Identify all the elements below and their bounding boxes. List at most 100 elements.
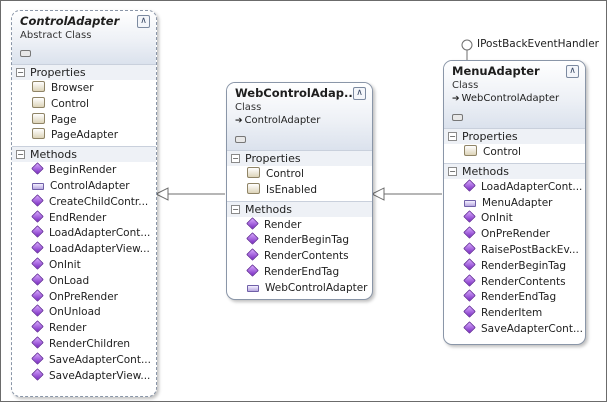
- method-name: RenderContents: [481, 275, 566, 288]
- method-icon: [246, 232, 259, 246]
- properties-section-header[interactable]: − Properties: [12, 64, 156, 80]
- method-icon: [31, 367, 44, 381]
- minus-toggle-icon[interactable]: −: [448, 166, 457, 176]
- method-icon: [31, 288, 44, 302]
- methods-list: BeginRender ControlAdapter CreateChildCont…: [12, 162, 156, 386]
- collapse-chevron-icon[interactable]: ∧: [353, 87, 366, 100]
- minus-toggle-icon[interactable]: −: [231, 154, 240, 163]
- base-class-reference: ➔ WebControlAdapter: [452, 92, 577, 106]
- property-name: Page: [51, 113, 77, 126]
- method-item[interactable]: RenderEndTag: [444, 289, 585, 306]
- method-icon: [31, 257, 44, 270]
- class-box-controladapter[interactable]: ControlAdapter Abstract Class ∧ − Propert…: [11, 10, 157, 397]
- method-name: RenderContents: [264, 250, 349, 263]
- method-name: OnInit: [481, 212, 513, 225]
- property-item[interactable]: PageAdapter: [12, 128, 156, 144]
- inherits-arrow-icon: ➔: [235, 116, 243, 126]
- method-name: LoadAdapterCont...: [49, 227, 151, 240]
- method-item[interactable]: RaisePostBackEv...: [444, 242, 585, 259]
- method-item[interactable]: OnLoad: [12, 273, 156, 290]
- method-name: RenderBeginTag: [481, 259, 567, 272]
- method-item[interactable]: SaveAdapterCont...: [12, 352, 156, 369]
- minus-toggle-icon[interactable]: −: [231, 204, 240, 214]
- method-item[interactable]: ControlAdapter: [12, 179, 156, 195]
- method-item[interactable]: RenderChildren: [12, 336, 156, 353]
- method-icon: [246, 248, 259, 261]
- method-icon: [246, 264, 259, 277]
- property-item[interactable]: Control: [227, 167, 372, 183]
- method-item[interactable]: RenderEndTag: [227, 264, 372, 281]
- method-item[interactable]: OnPreRender: [444, 226, 585, 243]
- method-icon: [31, 194, 44, 207]
- method-item[interactable]: LoadAdapterCont...: [444, 179, 585, 196]
- method-item[interactable]: OnUnload: [12, 304, 156, 321]
- method-item[interactable]: EndRender: [12, 209, 156, 227]
- method-item[interactable]: SaveAdapterCont...: [444, 321, 585, 338]
- property-item[interactable]: Control: [444, 145, 585, 161]
- method-name: RenderBeginTag: [264, 234, 350, 247]
- method-item[interactable]: RenderBeginTag: [227, 232, 372, 249]
- method-name: OnLoad: [49, 274, 90, 287]
- method-icon: [463, 242, 476, 255]
- method-name: Render: [49, 322, 87, 335]
- method-name: LoadAdapterCont...: [481, 180, 583, 193]
- property-name: PageAdapter: [51, 129, 119, 142]
- method-item[interactable]: LoadAdapterCont...: [12, 225, 156, 242]
- class-box-webcontroladapter[interactable]: WebControlAdap... Class ➔ ControlAdapter …: [226, 82, 373, 300]
- method-item[interactable]: OnInit: [444, 210, 585, 227]
- properties-section-header[interactable]: − Properties: [227, 150, 372, 166]
- class-shape-icon: [20, 50, 31, 57]
- method-item[interactable]: RenderItem: [444, 305, 585, 322]
- method-item[interactable]: MenuAdapter: [444, 196, 585, 212]
- method-icon: [31, 352, 44, 365]
- method-name: ControlAdapter: [50, 179, 130, 192]
- method-name: Render: [264, 218, 302, 231]
- method-icon: [463, 210, 476, 224]
- section-label: Methods: [30, 148, 77, 162]
- base-class-name: WebControlAdapter: [461, 93, 560, 104]
- section-label: Methods: [462, 164, 509, 178]
- methods-section-header[interactable]: − Methods: [444, 162, 585, 179]
- method-item[interactable]: BeginRender: [12, 162, 156, 179]
- class-box-menuadapter[interactable]: MenuAdapter Class ➔ WebControlAdapter ∧ −…: [443, 60, 586, 345]
- method-item[interactable]: Render: [227, 216, 372, 234]
- method-icon: [463, 179, 476, 192]
- method-icon: [31, 225, 44, 239]
- class-shape-icon: [235, 136, 246, 143]
- property-item[interactable]: Browser: [12, 81, 156, 97]
- constructor-icon: [464, 199, 476, 207]
- minus-toggle-icon[interactable]: −: [16, 68, 25, 77]
- property-name: Control: [51, 97, 89, 110]
- properties-section-header[interactable]: − Properties: [444, 128, 585, 144]
- collapse-chevron-icon[interactable]: ∧: [566, 65, 579, 78]
- property-item[interactable]: Control: [12, 96, 156, 113]
- property-name: Control: [266, 168, 304, 180]
- method-name: WebControlAdapter: [265, 281, 368, 294]
- method-item[interactable]: Render: [12, 320, 156, 337]
- class-name: MenuAdapter: [452, 64, 540, 78]
- method-item[interactable]: CreateChildContr...: [12, 194, 156, 211]
- method-icon: [463, 289, 476, 303]
- method-item[interactable]: OnPreRender: [12, 288, 156, 306]
- method-item[interactable]: LoadAdapterView...: [12, 241, 156, 258]
- property-icon: [247, 167, 260, 178]
- method-name: BeginRender: [49, 164, 117, 177]
- method-name: SaveAdapterView...: [49, 369, 151, 382]
- minus-toggle-icon[interactable]: −: [16, 150, 25, 160]
- property-item[interactable]: IsEnabled: [227, 182, 372, 199]
- method-icon: [463, 258, 476, 271]
- methods-section-header[interactable]: − Methods: [12, 146, 156, 163]
- methods-list: Render RenderBeginTag RenderContents Render…: [227, 216, 372, 299]
- property-item[interactable]: Page: [12, 112, 156, 129]
- method-item[interactable]: SaveAdapterView...: [12, 367, 156, 385]
- methods-section-header[interactable]: − Methods: [227, 200, 372, 217]
- method-item[interactable]: RenderBeginTag: [444, 258, 585, 275]
- collapse-chevron-icon[interactable]: ∧: [137, 15, 150, 28]
- method-item[interactable]: RenderContents: [227, 248, 372, 265]
- method-item[interactable]: RenderContents: [444, 273, 585, 291]
- method-item[interactable]: OnInit: [12, 257, 156, 274]
- properties-list: Control IsEnabled: [227, 166, 372, 201]
- minus-toggle-icon[interactable]: −: [448, 132, 457, 141]
- method-item[interactable]: WebControlAdapter: [227, 281, 372, 297]
- property-name: Control: [483, 146, 521, 158]
